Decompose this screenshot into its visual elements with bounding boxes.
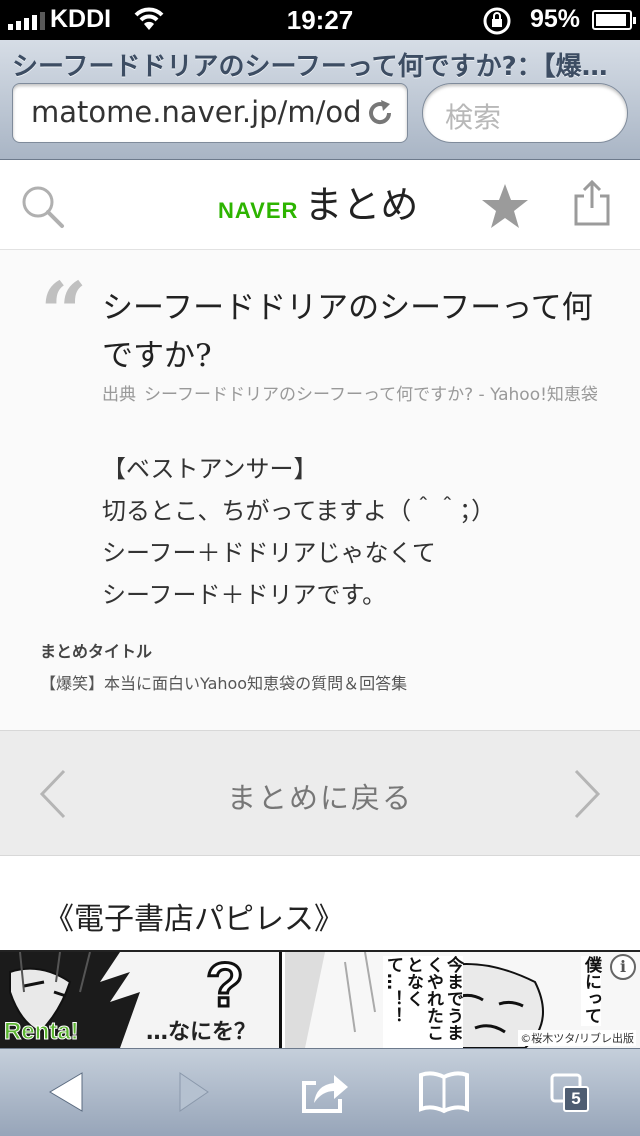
star-icon[interactable] [480, 182, 530, 230]
share-action-icon[interactable] [300, 1069, 352, 1115]
share-icon[interactable] [572, 178, 612, 228]
ad-question-text: …なにを？ [146, 1020, 257, 1045]
ad-panel-right[interactable]: 今までうまくやれたことなくて…！！ 僕にって ©桜木ツタ/リブレ出版 i [285, 952, 640, 1048]
quote-block: “ シーフードドリアのシーフーって何ですか? 出典 シーフードドリアのシーフーって… [0, 250, 640, 730]
search-placeholder: 検索 [445, 101, 502, 134]
tab-count-badge[interactable]: 5 [563, 1086, 589, 1112]
ad-brand: Renta! [4, 1018, 80, 1046]
ad-question-mark: ? [205, 952, 246, 1022]
back-arrow-icon[interactable] [46, 1069, 86, 1115]
ad-speech-bubble-2: 僕にって [581, 956, 601, 1026]
site-logo[interactable]: NAVER まとめ [218, 174, 418, 229]
back-to-matome-bar[interactable]: まとめに戻る [0, 730, 640, 856]
reload-icon[interactable] [365, 98, 395, 128]
battery-percent: 95% [530, 5, 581, 33]
battery-icon [592, 10, 636, 30]
quote-title: シーフードドリアのシーフーって何ですか? [102, 290, 593, 374]
related-section: 《電子書店パピレス》 [0, 856, 640, 950]
quote-line: 【ベストアンサー】 [102, 455, 318, 483]
status-bar: KDDI 19:27 95% [0, 0, 640, 40]
quote-source: 出典 シーフードドリアのシーフーって何ですか? - Yahoo!知恵袋 [102, 384, 602, 406]
back-to-matome-button[interactable]: まとめに戻る [0, 775, 640, 817]
quote-mark-icon: “ [40, 265, 88, 361]
rotation-lock-icon [483, 7, 511, 35]
quote-line: シーフード＋ドリアです。 [102, 581, 387, 609]
ad-credit: ©桜木ツタ/リブレ出版 [518, 1030, 636, 1046]
logo-naver: NAVER [218, 198, 299, 223]
ad-panel-left[interactable]: Renta! ? …なにを？ [0, 952, 282, 1048]
logo-matome: まとめ [304, 183, 419, 227]
browser-search-field[interactable]: 検索 [422, 83, 628, 143]
address-bar-url: matome.naver.jp/m/odai [31, 95, 361, 129]
site-header: NAVER まとめ [0, 160, 640, 250]
ad-info-icon[interactable]: i [610, 954, 636, 980]
source-link[interactable]: シーフードドリアのシーフーって何ですか? - Yahoo!知恵袋 [144, 385, 598, 405]
browser-toolbar: 5 [0, 1048, 640, 1136]
source-label: 出典 [102, 385, 136, 405]
bookmarks-icon[interactable] [418, 1069, 470, 1115]
browser-chrome: シーフードドリアのシーフーって何ですか?：【爆… matome.naver.jp… [0, 40, 640, 160]
chevron-right-icon[interactable] [572, 769, 602, 819]
page-title: シーフードドリアのシーフーって何ですか?：【爆… [12, 52, 608, 82]
forward-arrow-icon[interactable] [176, 1069, 212, 1115]
quote-body: 【ベストアンサー】 切るとこ、ちがってますよ（＾＾；） シーフー＋ドドリアじゃな… [102, 448, 612, 616]
quote-line: シーフー＋ドドリアじゃなくて [102, 539, 436, 567]
ad-banner[interactable]: Renta! ? …なにを？ 今までうまくやれたことなくて…！！ 僕にって ©桜… [0, 950, 640, 1048]
matome-title-link[interactable]: 【爆笑】本当に面白いYahoo知恵袋の質問＆回答集 [40, 670, 407, 694]
section-heading[interactable]: 《電子書店パピレス》 [44, 894, 344, 938]
address-bar[interactable]: matome.naver.jp/m/odai [12, 83, 408, 143]
matome-title-label: まとめタイトル [40, 642, 153, 661]
ad-speech-bubble: 今までうまくやれたことなくて…！！ [383, 956, 463, 1048]
search-icon[interactable] [20, 184, 66, 230]
quote-line: 切るとこ、ちがってますよ（＾＾；） [102, 497, 496, 525]
